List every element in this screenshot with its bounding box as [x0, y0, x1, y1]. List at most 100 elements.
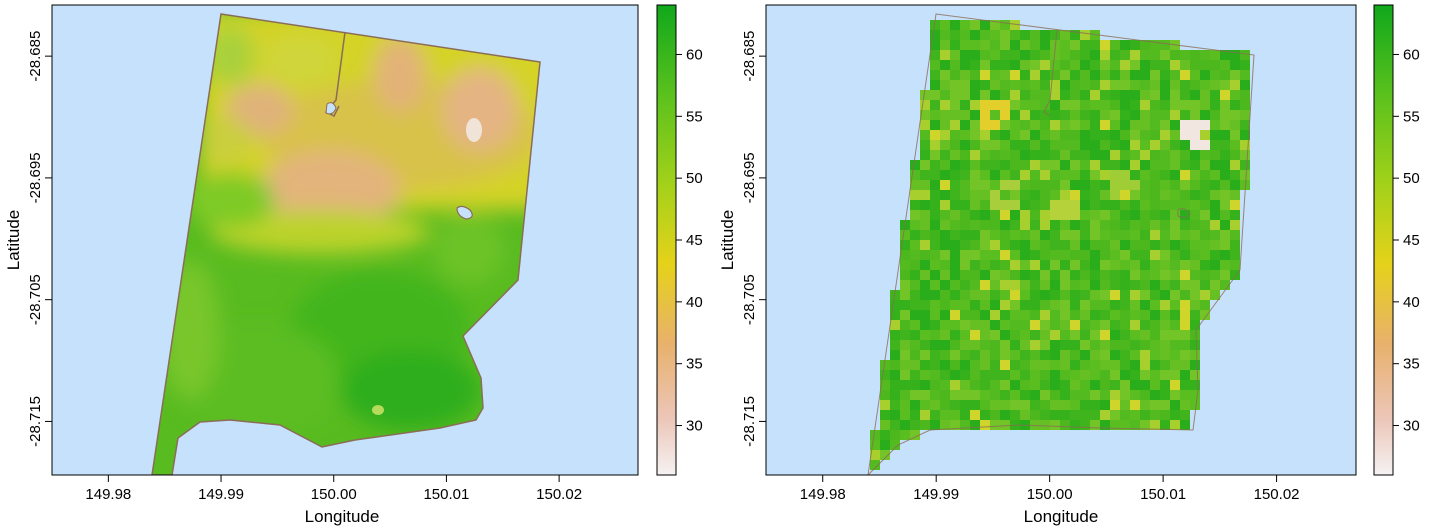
map-right-pixel: [970, 20, 980, 30]
map-right-pixel: [1180, 320, 1190, 330]
map-right-pixel: [1200, 110, 1210, 120]
map-right-pixel: [1120, 290, 1130, 300]
map-right-pixel: [910, 270, 920, 280]
map-right-pixel: [1070, 240, 1080, 250]
map-right-pixel: [1100, 330, 1110, 340]
map-right-pixel: [1240, 50, 1250, 60]
map-right-pixel: [1060, 60, 1070, 70]
map-right-pixel: [960, 260, 970, 270]
map-right-pixel: [910, 320, 920, 330]
map-right-pixel: [950, 330, 960, 340]
map-right-pixel: [1090, 200, 1100, 210]
map-right-pixel: [1180, 330, 1190, 340]
map-left-y-axis-title: Latitude: [4, 210, 23, 271]
map-right-pixel: [1090, 420, 1100, 430]
map-right-pixel: [1160, 290, 1170, 300]
map-right-pixel: [1030, 390, 1040, 400]
map-right-pixel: [1110, 400, 1120, 410]
map-right-pixel: [1200, 220, 1210, 230]
map-right-pixel: [1140, 260, 1150, 270]
map-right-pixel: [1160, 350, 1170, 360]
map-right-pixel: [920, 280, 930, 290]
map-right-pixel: [980, 280, 990, 290]
map-right-pixel: [950, 40, 960, 50]
map-right-pixel: [1040, 420, 1050, 430]
map-right-pixel: [1080, 290, 1090, 300]
map-right-pixel: [1060, 200, 1070, 210]
map-right-pixel: [960, 60, 970, 70]
map-right-pixel: [980, 90, 990, 100]
map-right-pixel: [1190, 170, 1200, 180]
map-right-pixel: [930, 160, 940, 170]
map-right-pixel: [1030, 100, 1040, 110]
map-right-pixel: [1010, 140, 1020, 150]
map-right-pixel: [1120, 220, 1130, 230]
map-right-pixel: [1110, 360, 1120, 370]
map-right-pixel: [1030, 170, 1040, 180]
map-right-pixel: [1090, 210, 1100, 220]
map-right-pixel: [1230, 250, 1240, 260]
map-right-pixel: [880, 400, 890, 410]
map-right-pixel: [1150, 190, 1160, 200]
map-right-pixel: [1050, 230, 1060, 240]
map-right-pixel: [1000, 70, 1010, 80]
map-right-pixel: [920, 200, 930, 210]
map-right-pixel: [940, 230, 950, 240]
map-right-pixel: [1210, 210, 1220, 220]
map-right-pixel: [1090, 130, 1100, 140]
map-right-pixel: [930, 280, 940, 290]
map-right-pixel: [1120, 310, 1130, 320]
map-right-pixel: [1120, 370, 1130, 380]
map-right-pixel: [1160, 50, 1170, 60]
map-right-pixel: [1030, 120, 1040, 130]
map-right-pixel: [940, 160, 950, 170]
map-right-pixel: [1130, 270, 1140, 280]
map-right-pixel: [1160, 300, 1170, 310]
map-right-pixel: [1000, 150, 1010, 160]
map-right-pixel: [1210, 160, 1220, 170]
map-right-pixel: [960, 30, 970, 40]
map-right-pixel: [1110, 40, 1120, 50]
map-right-pixel: [1010, 320, 1020, 330]
map-right-pixel: [1180, 390, 1190, 400]
map-right-pixel: [1080, 280, 1090, 290]
map-right-pixel: [1150, 220, 1160, 230]
map-right-pixel: [950, 50, 960, 60]
map-right-pixel: [920, 380, 930, 390]
map-right-pixel: [1010, 80, 1020, 90]
map-right-pixel: [1000, 120, 1010, 130]
map-right-pixel: [1190, 320, 1200, 330]
map-left-x-tick-label: 150.02: [536, 486, 582, 503]
map-right-pixel: [930, 180, 940, 190]
map-right-pixel: [1130, 360, 1140, 370]
map-right-pixel: [1180, 310, 1190, 320]
map-right-pixel: [1200, 200, 1210, 210]
map-right-pixel: [1150, 410, 1160, 420]
map-right-pixel: [1130, 400, 1140, 410]
map-right-pixel: [1150, 110, 1160, 120]
map-right-pixel: [1130, 370, 1140, 380]
map-right-pixel: [930, 370, 940, 380]
map-right-pixel: [1090, 170, 1100, 180]
map-right-pixel: [880, 390, 890, 400]
map-right-pixel: [960, 240, 970, 250]
map-right-pixel: [890, 410, 900, 420]
map-right-pixel: [1100, 150, 1110, 160]
map-right-pixel: [1150, 140, 1160, 150]
map-right-pixel: [1020, 180, 1030, 190]
map-right-pixel: [960, 90, 970, 100]
map-right-pixel: [990, 140, 1000, 150]
map-right-pixel: [950, 140, 960, 150]
map-right-pixel: [1090, 100, 1100, 110]
map-right-pixel: [1100, 210, 1110, 220]
map-right-pixel: [940, 20, 950, 30]
map-right-pixel: [1090, 140, 1100, 150]
map-right-pixel: [1080, 90, 1090, 100]
map-right-pixel: [1080, 130, 1090, 140]
map-right-pixel: [1050, 210, 1060, 220]
map-right-pixel: [1110, 340, 1120, 350]
map-right-pixel: [1140, 270, 1150, 280]
map-right-pixel: [1120, 80, 1130, 90]
map-right-pixel: [1170, 310, 1180, 320]
map-right-pixel: [1050, 380, 1060, 390]
